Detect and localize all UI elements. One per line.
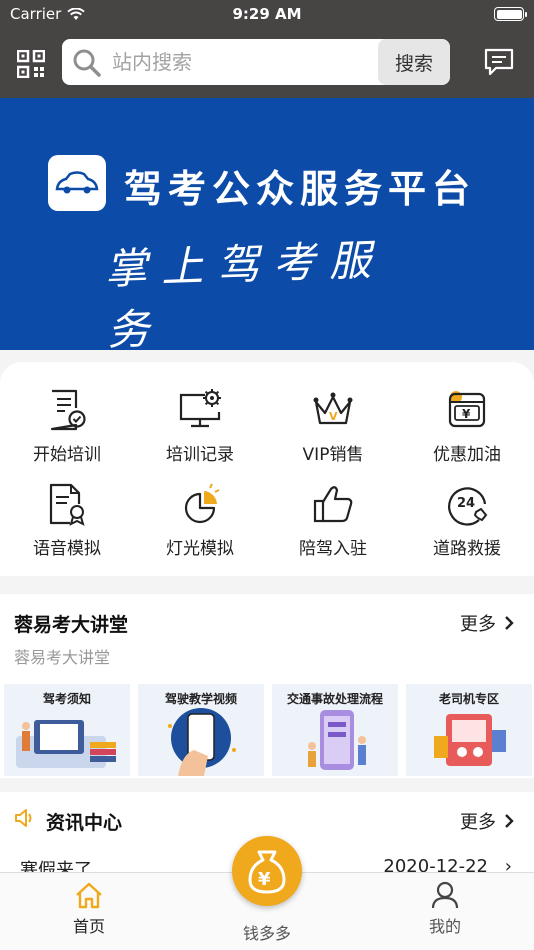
training-doc-icon (50, 389, 86, 431)
banner-title: 驾考公众服务平台 (124, 167, 477, 211)
svg-text:24: 24 (457, 496, 475, 511)
func-label: 培训记录 (166, 445, 234, 465)
card-label: 驾考须知 (42, 692, 91, 706)
func-label: 灯光模拟 (166, 539, 234, 559)
lecture-card-veteran-drivers[interactable]: 老司机专区 (406, 684, 532, 776)
home-icon (76, 882, 102, 909)
lecture-section: 蓉易考大讲堂 更多 蓉易考大讲堂 驾考须知 驾驶教学视频 交通事故处理流程 老司… (0, 594, 534, 778)
money-center-button[interactable]: ¥ (232, 836, 302, 906)
card-label: 驾驶教学视频 (164, 692, 237, 706)
search-icon (73, 49, 101, 77)
search-button[interactable]: 搜索 (378, 39, 450, 85)
lecture-cards: 驾考须知 驾驶教学视频 交通事故处理流程 老司机专区 (4, 684, 532, 778)
func-voice-simulation[interactable]: 语音模拟 (0, 482, 134, 572)
func-label: VIP销售 (302, 445, 364, 465)
banner-subtitle: 掌上驾考服务 (104, 235, 386, 350)
phone-hand-illustration-icon (168, 708, 236, 776)
lecture-title: 蓉易考大讲堂 (14, 614, 129, 636)
function-grid: 开始培训 培训记录 V VIP销售 ¥ 优惠加油 语音模拟 灯光模拟 陪驾入驻 … (0, 362, 534, 576)
func-fuel-discount[interactable]: ¥ 优惠加油 (400, 388, 534, 478)
func-label: 优惠加油 (433, 445, 501, 465)
light-pie-icon (184, 483, 220, 524)
news-title: 资讯中心 (46, 812, 123, 834)
money-bag-icon: ¥ (248, 850, 286, 894)
qr-scan-icon[interactable] (17, 50, 45, 78)
chevron-right-icon (505, 814, 514, 828)
func-training-records[interactable]: 培训记录 (133, 388, 267, 478)
lecture-subtitle: 蓉易考大讲堂 (14, 648, 111, 667)
tab-money-label[interactable]: 钱多多 (222, 920, 312, 944)
tab-mine[interactable]: 我的 (400, 881, 490, 937)
battery-icon (494, 7, 527, 21)
user-icon (431, 881, 459, 909)
more-label: 更多 (460, 614, 496, 635)
monitor-gear-icon (179, 389, 221, 428)
phone-people-illustration-icon (308, 710, 366, 770)
func-label: 语音模拟 (33, 539, 101, 559)
speaker-icon (15, 809, 32, 827)
svg-text:¥: ¥ (258, 869, 271, 890)
more-label: 更多 (460, 812, 496, 833)
tab-label: 首页 (72, 917, 105, 936)
tab-home[interactable]: 首页 (44, 881, 134, 937)
func-road-rescue[interactable]: 24 道路救援 (400, 482, 534, 572)
books-illustration-icon (16, 720, 116, 768)
lecture-card-exam-notice[interactable]: 驾考须知 (4, 684, 130, 776)
lecture-more-link[interactable]: 更多 (460, 610, 514, 636)
func-companion-driving[interactable]: 陪驾入驻 (266, 482, 400, 572)
func-light-simulation[interactable]: 灯光模拟 (133, 482, 267, 572)
status-time: 9:29 AM (232, 5, 302, 23)
search-box: 搜索 (62, 39, 450, 85)
lecture-card-driving-videos[interactable]: 驾驶教学视频 (138, 684, 264, 776)
tab-label: 我的 (428, 917, 461, 936)
banner[interactable]: 驾考公众服务平台 掌上驾考服务 (0, 98, 534, 350)
func-label: 开始培训 (33, 445, 101, 465)
banner-car-logo (48, 155, 106, 211)
certificate-doc-icon (49, 483, 85, 526)
chevron-right-icon (505, 616, 514, 630)
crown-icon: V (313, 392, 353, 425)
header-bar: 搜索 (0, 36, 534, 90)
func-start-training[interactable]: 开始培训 (0, 388, 134, 478)
card-label: 老司机专区 (438, 692, 499, 706)
card-label: 交通事故处理流程 (286, 692, 383, 706)
car-icon (55, 171, 99, 194)
lecture-card-accident-process[interactable]: 交通事故处理流程 (272, 684, 398, 776)
svg-text:¥: ¥ (462, 407, 471, 421)
thumbs-up-icon (313, 486, 353, 523)
phone-24-icon: 24 (448, 487, 488, 526)
message-icon[interactable] (484, 48, 514, 76)
func-label: 道路救援 (433, 539, 501, 559)
dashboard-illustration-icon (434, 714, 506, 766)
status-bar: Carrier 9:29 AM (0, 0, 534, 28)
fuel-coupon-icon: ¥ (448, 391, 486, 428)
svg-text:V: V (329, 410, 338, 423)
func-label: 陪驾入驻 (299, 539, 367, 559)
func-vip-sales[interactable]: V VIP销售 (266, 388, 400, 478)
news-more-link[interactable]: 更多 (460, 808, 514, 834)
